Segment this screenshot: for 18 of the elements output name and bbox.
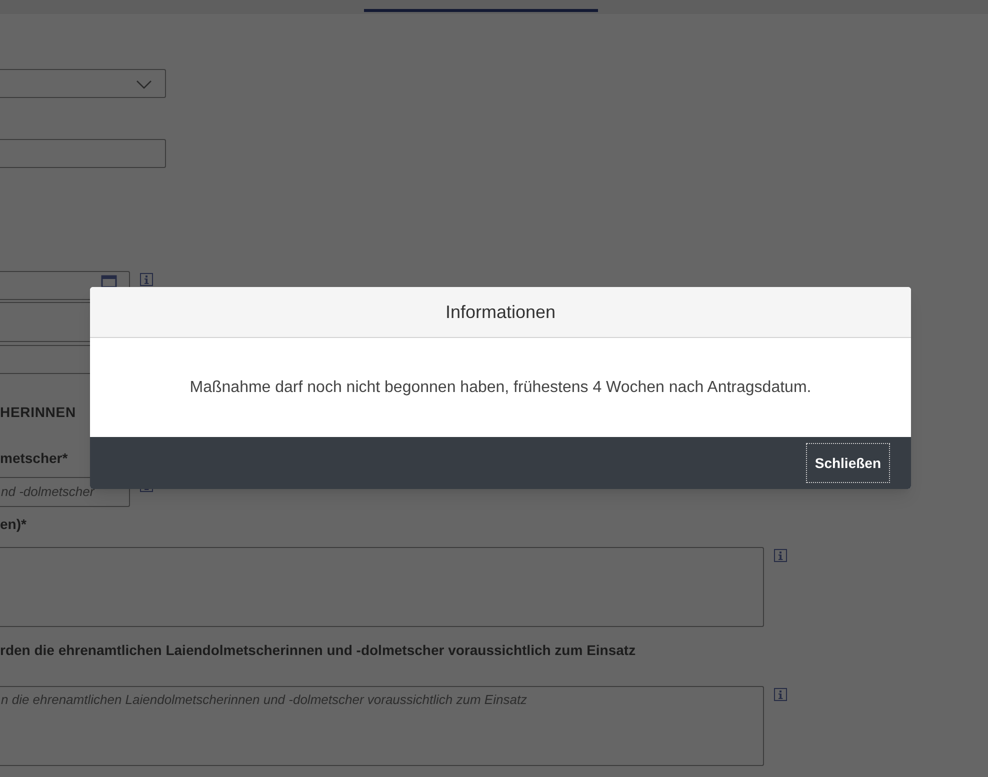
- info-icon[interactable]: [774, 549, 787, 562]
- input-field[interactable]: [0, 139, 166, 168]
- section-heading: HERINNEN: [0, 403, 76, 421]
- chevron-down-icon: [136, 80, 152, 89]
- field-label: en)*: [0, 515, 26, 533]
- dropdown-field[interactable]: [0, 69, 166, 98]
- close-button[interactable]: Schließen: [806, 443, 890, 483]
- placeholder-text: nd -dolmetscher: [1, 483, 96, 501]
- info-icon[interactable]: [140, 273, 153, 286]
- text-area[interactable]: n die ehrenamtlichen Laiendolmetscherinnen und -dolmetscher voraussichtlich zum Einsatz: [0, 686, 764, 766]
- field-label: rden die ehrenamtlichen Laiendolmetscherinnen und -dolmetscher voraussichtlich zum Einsatz: [0, 641, 636, 659]
- dialog-title: Informationen: [445, 300, 556, 324]
- dialog-message: Maßnahme darf noch nicht begonnen haben, frühestens 4 Wochen nach Antragsdatum.: [190, 378, 812, 398]
- field-label: metscher*: [0, 449, 68, 467]
- placeholder-text: n die ehrenamtlichen Laiendolmetscherinnen und -dolmetscher voraussichtlich zum Einsatz: [1, 691, 528, 709]
- info-icon[interactable]: [774, 688, 787, 701]
- text-area[interactable]: [0, 547, 764, 627]
- calendar-icon[interactable]: [101, 274, 117, 288]
